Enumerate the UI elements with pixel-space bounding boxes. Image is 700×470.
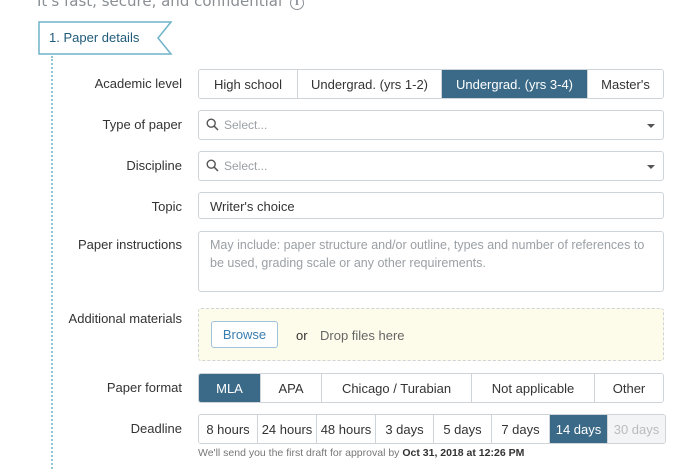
discipline-placeholder: Select... [224,159,268,173]
deadline-selector: 8 hours 24 hours 48 hours 3 days 5 days … [198,414,666,444]
deadline-option[interactable]: 48 hours [317,415,376,443]
caret-down-icon [647,165,655,169]
paper-format-option[interactable]: Chicago / Turabian [322,374,472,402]
discipline-select[interactable]: Select... [198,151,664,181]
deadline-option[interactable]: 8 hours [199,415,258,443]
academic-level-option[interactable]: High school [199,70,298,98]
topic-input[interactable]: Writer's choice [198,192,664,219]
step-tab-label: 1. Paper details [49,30,140,45]
caret-down-icon [647,124,655,128]
additional-materials-label: Additional materials [68,311,182,326]
type-of-paper-select[interactable]: Select... [198,110,664,140]
deadline-note-date: Oct 31, 2018 at 12:26 PM [402,447,525,459]
search-icon [206,118,219,131]
file-dropzone[interactable]: Browse or Drop files here [198,308,664,361]
paper-format-selector: MLA APA Chicago / Turabian Not applicabl… [198,373,664,403]
type-of-paper-label: Type of paper [102,117,183,132]
academic-level-option[interactable]: Master's [588,70,663,98]
tagline-text: It's fast, secure, and confidential [37,0,283,10]
deadline-option-disabled: 30 days [608,415,665,443]
deadline-option[interactable]: 24 hours [258,415,317,443]
paper-format-option-selected[interactable]: MLA [199,374,261,402]
paper-format-option[interactable]: Other [595,374,663,402]
deadline-note: We'll send you the first draft for appro… [198,447,524,459]
paper-format-label: Paper format [106,380,182,395]
browse-button[interactable]: Browse [211,321,278,348]
step-tab-paper-details[interactable]: 1. Paper details [38,21,173,55]
topic-label: Topic [151,199,182,214]
search-icon [206,159,219,172]
academic-level-selector: High school Undergrad. (yrs 1-2) Undergr… [198,69,664,99]
or-text: or [296,328,308,343]
deadline-note-prefix: We'll send you the first draft for appro… [198,447,400,459]
deadline-option-selected[interactable]: 14 days [550,415,608,443]
info-icon[interactable]: i [289,0,304,10]
tagline: It's fast, secure, and confidential i [37,0,304,10]
academic-level-label: Academic level [94,76,182,91]
deadline-option[interactable]: 7 days [492,415,550,443]
step-progress-line [51,56,53,470]
academic-level-option[interactable]: Undergrad. (yrs 1-2) [298,70,442,98]
paper-instructions-textarea[interactable]: May include: paper structure and/or outl… [198,231,664,292]
type-of-paper-placeholder: Select... [224,118,268,132]
deadline-option[interactable]: 3 days [376,415,434,443]
paper-format-option[interactable]: Not applicable [472,374,595,402]
paper-instructions-label: Paper instructions [77,237,182,252]
deadline-label: Deadline [130,421,182,436]
drop-files-text: Drop files here [320,328,405,343]
paper-format-option[interactable]: APA [261,374,322,402]
academic-level-option-selected[interactable]: Undergrad. (yrs 3-4) [442,70,588,98]
discipline-label: Discipline [126,158,182,173]
deadline-option[interactable]: 5 days [434,415,492,443]
